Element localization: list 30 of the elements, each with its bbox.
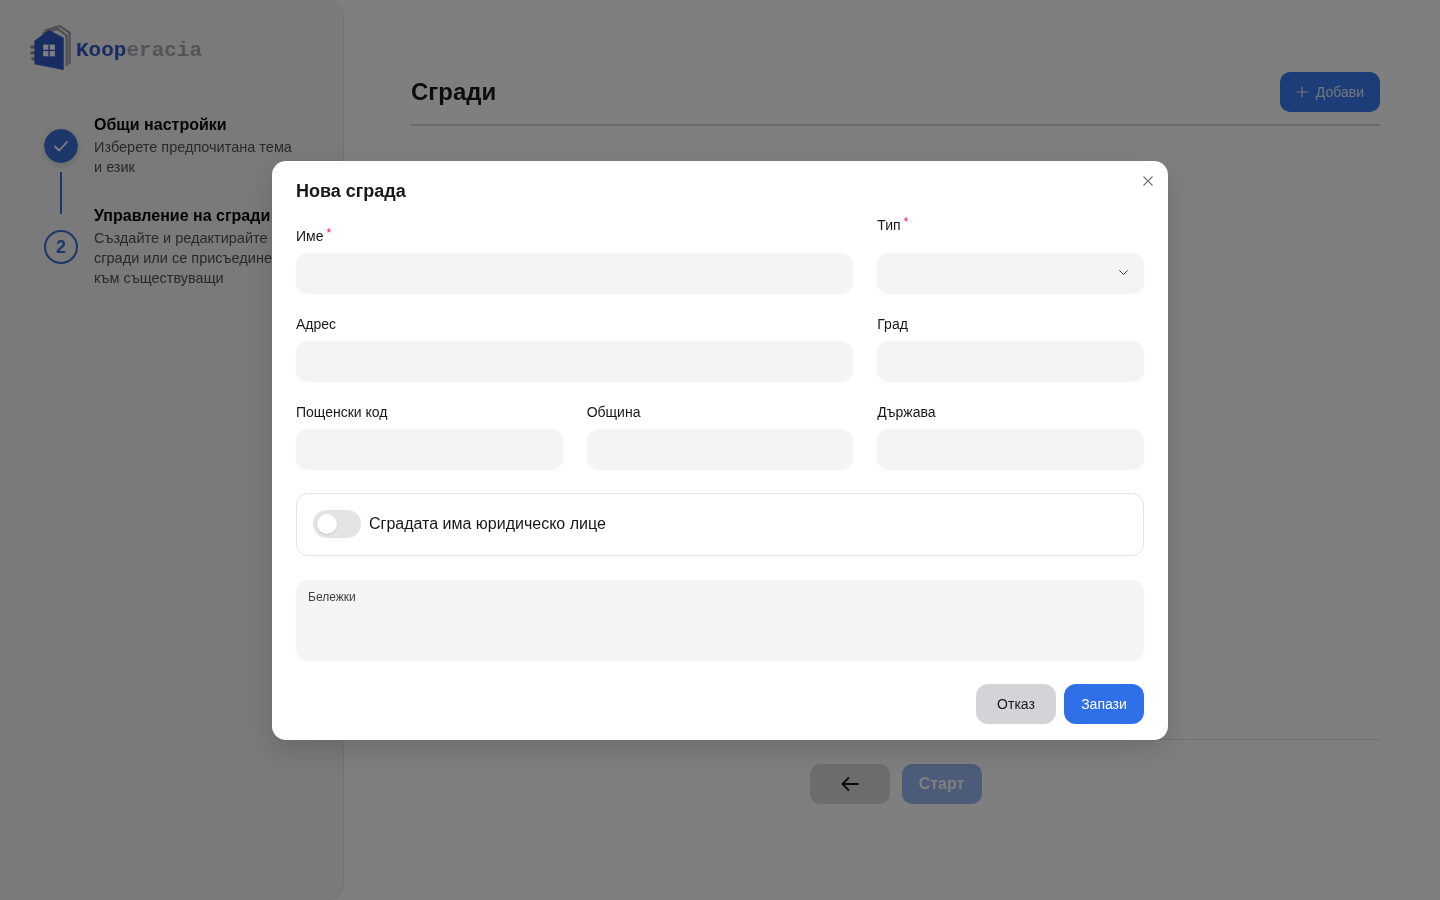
- close-icon: [1143, 175, 1153, 186]
- step-description: Създайте и редактирайте сгради или се присъедине към съществуващи: [94, 230, 272, 286]
- step-connector: [60, 172, 62, 214]
- field-label: Тип: [877, 215, 901, 235]
- house-logo-icon: [30, 25, 72, 70]
- cancel-button[interactable]: Отказ: [976, 683, 1056, 724]
- page-title: Сгради: [411, 77, 497, 107]
- step-title: Общи настройки: [94, 115, 227, 135]
- modal-title: Нова сграда: [296, 179, 406, 203]
- toggle-switch[interactable]: [313, 510, 361, 538]
- required-mark: *: [326, 225, 332, 240]
- required-mark: *: [903, 214, 909, 229]
- step-title: Управление на сгради: [94, 206, 271, 226]
- select-field[interactable]: [877, 252, 1144, 293]
- save-button[interactable]: Запази: [1064, 683, 1144, 724]
- plus-icon: [1295, 86, 1308, 98]
- field-label: Община: [586, 402, 641, 422]
- step-description: Изберете предпочитана тема и език: [94, 139, 292, 175]
- field-label: Град: [877, 314, 908, 334]
- notes-field[interactable]: Бележки: [296, 579, 1144, 660]
- field-label: Държава: [877, 402, 936, 422]
- back-button[interactable]: [809, 764, 890, 804]
- chevron-down-icon: [1119, 269, 1128, 276]
- field-label: Име: [296, 226, 324, 246]
- arrow-left-icon: [840, 777, 859, 791]
- field-label: Адрес: [296, 314, 337, 334]
- toggle-label: Сградата има юридическо лице: [369, 514, 606, 534]
- step-number: 2: [44, 230, 78, 264]
- field-label: Пощенски код: [296, 402, 388, 422]
- notes-label: Бележки: [308, 588, 356, 605]
